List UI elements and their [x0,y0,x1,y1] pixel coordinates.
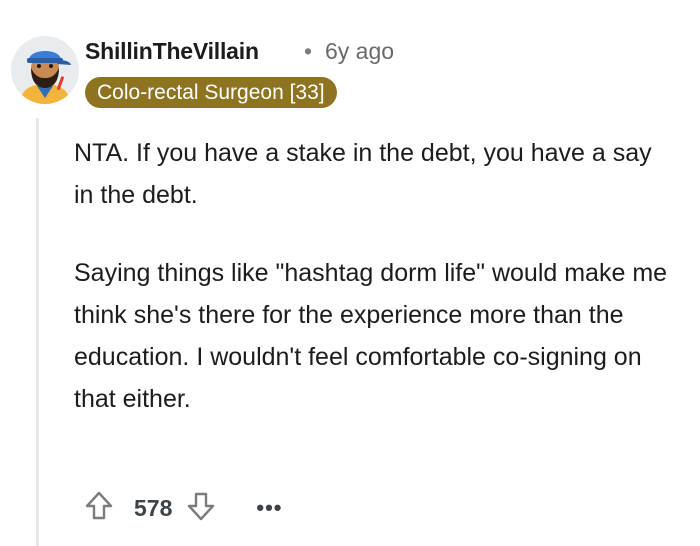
comment-body: NTA. If you have a stake in the debt, yo… [74,132,674,456]
username-link[interactable]: ShillinTheVillain [85,38,259,65]
comment: ShillinTheVillain • 6y ago Colo-rectal S… [0,0,700,546]
comment-paragraph: NTA. If you have a stake in the debt, yo… [74,139,652,209]
meta-separator: • [304,38,313,64]
avatar[interactable] [11,36,79,104]
upvote-button[interactable] [80,489,118,527]
comment-actions: 578 ••• [80,488,282,528]
arrow-up-icon [84,490,114,527]
vote-score: 578 [134,494,173,521]
comment-paragraph: Saying things like "hashtag dorm life" w… [74,259,668,413]
downvote-button[interactable] [182,489,220,527]
user-flair: Colo-rectal Surgeon [33] [85,77,337,108]
thread-line[interactable] [36,118,39,546]
ellipsis-icon[interactable]: ••• [256,495,282,521]
arrow-down-icon [186,490,216,527]
timestamp[interactable]: 6y ago [325,38,394,65]
